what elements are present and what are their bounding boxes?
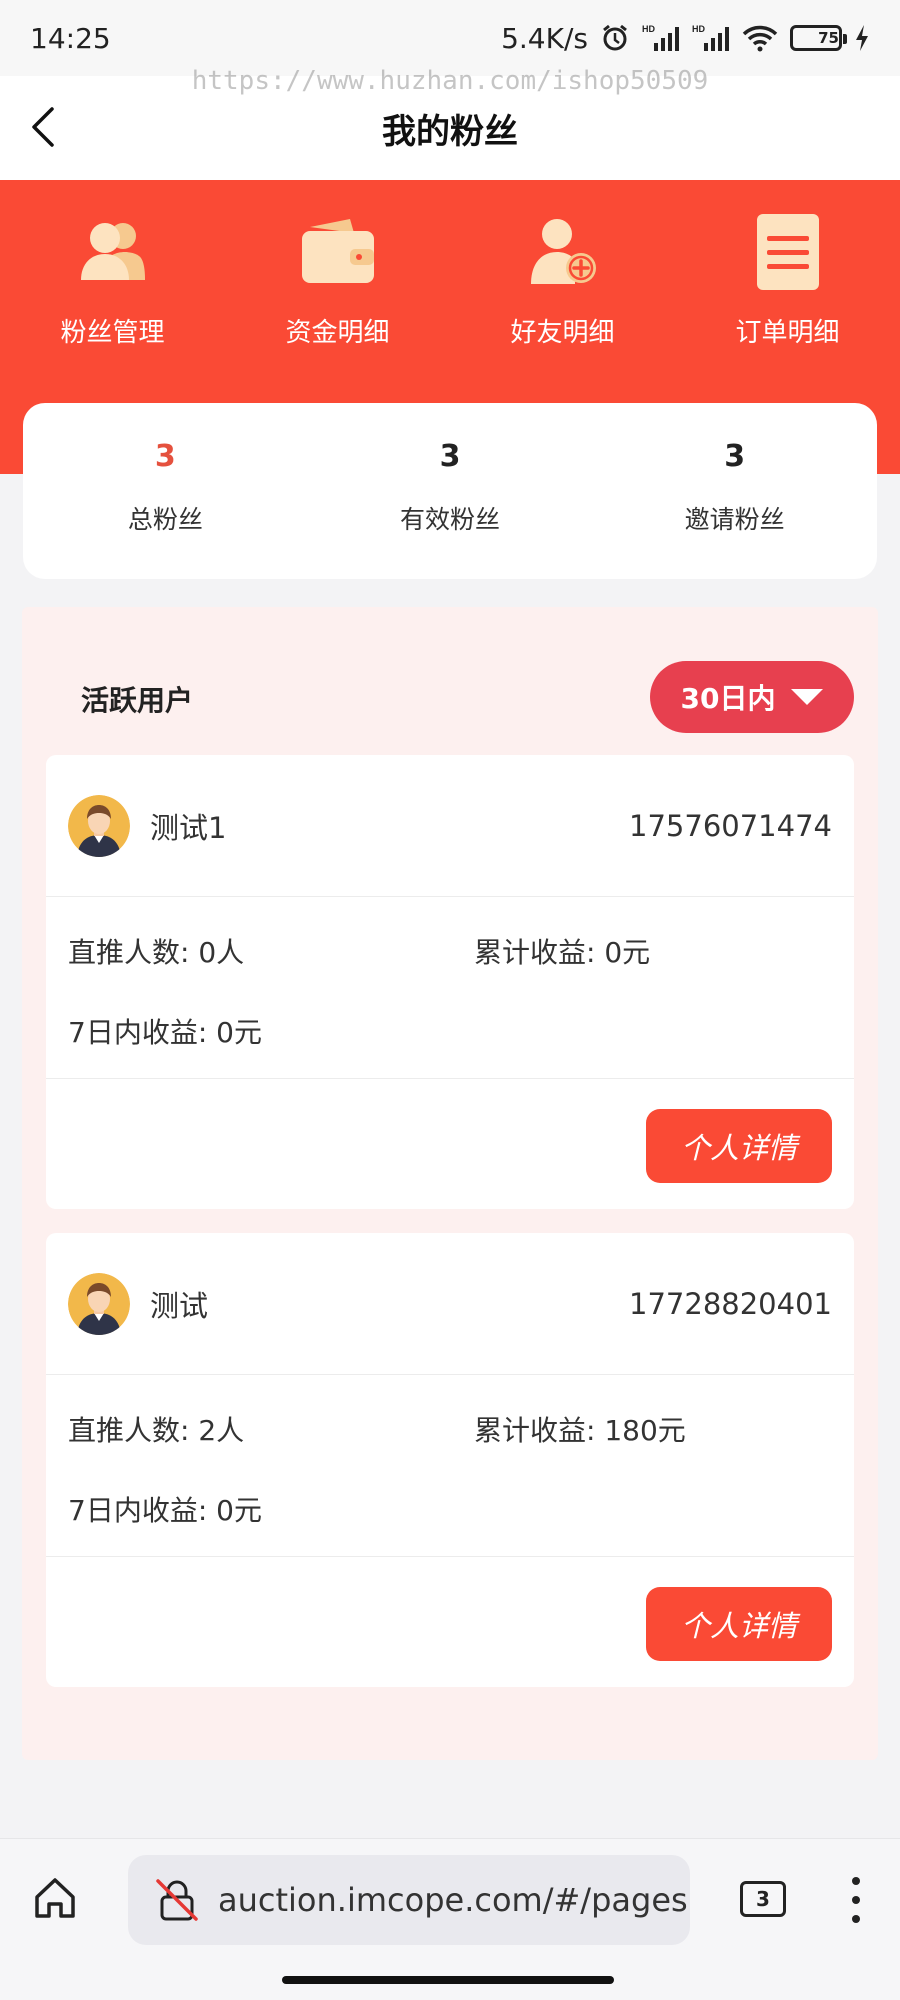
quick-menu: 粉丝管理 资金明细 好友明细 订单明细 xyxy=(0,180,900,349)
status-bar: 14:25 5.4K/s HD HD 75 xyxy=(0,0,900,76)
menu-order-details[interactable]: 订单明细 xyxy=(675,210,900,349)
people-icon xyxy=(71,210,155,294)
menu-friend-details[interactable]: 好友明细 xyxy=(450,210,675,349)
fan-card-header: 测试1 17576071474 xyxy=(46,755,854,897)
battery-level: 75 xyxy=(818,29,839,47)
stat-value: 3 xyxy=(724,439,746,474)
charging-icon xyxy=(854,24,870,52)
add-friend-icon xyxy=(521,210,605,294)
list-icon xyxy=(746,210,830,294)
stat-label: 总粉丝 xyxy=(127,505,203,534)
caret-down-icon xyxy=(791,689,824,705)
tab-count: 3 xyxy=(756,1887,770,1911)
fan-card-footer: 个人详情 xyxy=(46,1079,854,1207)
svg-text:HD: HD xyxy=(692,24,705,34)
stat-value: 3 xyxy=(439,439,461,474)
avatar xyxy=(68,1272,130,1335)
wallet-icon xyxy=(296,210,380,294)
status-time: 14:25 xyxy=(30,21,111,55)
direct-referrals: 直推人数: 0人 xyxy=(68,936,245,969)
range-label: 30日内 xyxy=(680,682,776,715)
signal-hd-icon: HD xyxy=(642,23,680,53)
more-menu-icon[interactable] xyxy=(846,1877,866,1923)
fan-phone: 17576071474 xyxy=(629,808,832,843)
fan-card-stats: 直推人数: 0人 累计收益: 0元 7日内收益: 0元 xyxy=(46,897,854,1079)
fan-name: 测试1 xyxy=(150,810,227,845)
fan-card-header: 测试 17728820401 xyxy=(46,1233,854,1375)
total-earnings: 累计收益: 180元 xyxy=(474,1414,686,1447)
insecure-lock-icon xyxy=(156,1879,198,1921)
battery-icon: 75 xyxy=(790,25,847,51)
status-indicators: 5.4K/s HD HD 75 xyxy=(501,22,870,55)
alarm-icon xyxy=(600,23,630,53)
active-users-section: 活跃用户 30日内 测试1 17576071474 直推人数: 0人 累计收益: xyxy=(22,607,878,1760)
chevron-left-icon xyxy=(32,107,54,147)
watermark: https://www.huzhan.com/ishop50509 xyxy=(191,66,709,96)
svg-text:HD: HD xyxy=(642,24,655,34)
fan-phone: 17728820401 xyxy=(629,1286,832,1321)
fan-card-stats: 直推人数: 2人 累计收益: 180元 7日内收益: 0元 xyxy=(46,1375,854,1557)
fan-card-footer: 个人详情 xyxy=(46,1557,854,1685)
section-title: 活跃用户 xyxy=(81,684,194,717)
menu-label: 订单明细 xyxy=(735,318,840,348)
personal-details-button[interactable]: 个人详情 xyxy=(646,1109,832,1183)
stat-valid-fans[interactable]: 3 有效粉丝 xyxy=(308,403,593,579)
personal-details-button[interactable]: 个人详情 xyxy=(646,1587,832,1661)
menu-label: 粉丝管理 xyxy=(60,318,165,348)
network-speed: 5.4K/s xyxy=(501,21,588,55)
home-indicator[interactable] xyxy=(282,1976,614,1984)
fan-name: 测试 xyxy=(150,1288,209,1323)
home-button[interactable] xyxy=(32,1875,78,1921)
back-button[interactable] xyxy=(28,102,68,152)
fans-stats-card: 3 总粉丝 3 有效粉丝 3 邀请粉丝 xyxy=(23,403,877,579)
fan-card: 测试 17728820401 直推人数: 2人 累计收益: 180元 7日内收益… xyxy=(46,1233,854,1687)
weekly-earnings: 7日内收益: 0元 xyxy=(68,1494,262,1527)
menu-fan-management[interactable]: 粉丝管理 xyxy=(0,210,225,349)
url-text: auction.imcope.com/#/pages xyxy=(218,1881,688,1919)
stat-label: 有效粉丝 xyxy=(400,505,501,534)
stat-total-fans[interactable]: 3 总粉丝 xyxy=(23,403,308,579)
fan-card: 测试1 17576071474 直推人数: 0人 累计收益: 0元 7日内收益:… xyxy=(46,755,854,1209)
stat-value: 3 xyxy=(154,439,176,474)
direct-referrals: 直推人数: 2人 xyxy=(68,1414,245,1447)
address-bar[interactable]: auction.imcope.com/#/pages xyxy=(128,1855,690,1945)
time-range-dropdown[interactable]: 30日内 xyxy=(650,661,854,733)
wifi-icon xyxy=(742,24,778,52)
page-title: 我的粉丝 xyxy=(382,111,518,152)
menu-label: 好友明细 xyxy=(510,318,615,348)
signal-hd-icon-2: HD xyxy=(692,23,730,53)
menu-fund-details[interactable]: 资金明细 xyxy=(225,210,450,349)
menu-label: 资金明细 xyxy=(285,318,390,348)
tabs-button[interactable]: 3 xyxy=(740,1881,786,1917)
weekly-earnings: 7日内收益: 0元 xyxy=(68,1016,262,1049)
stat-label: 邀请粉丝 xyxy=(684,505,785,534)
stat-invited-fans[interactable]: 3 邀请粉丝 xyxy=(592,403,877,579)
avatar xyxy=(68,794,130,857)
home-icon xyxy=(35,1878,75,1918)
total-earnings: 累计收益: 0元 xyxy=(474,936,651,969)
